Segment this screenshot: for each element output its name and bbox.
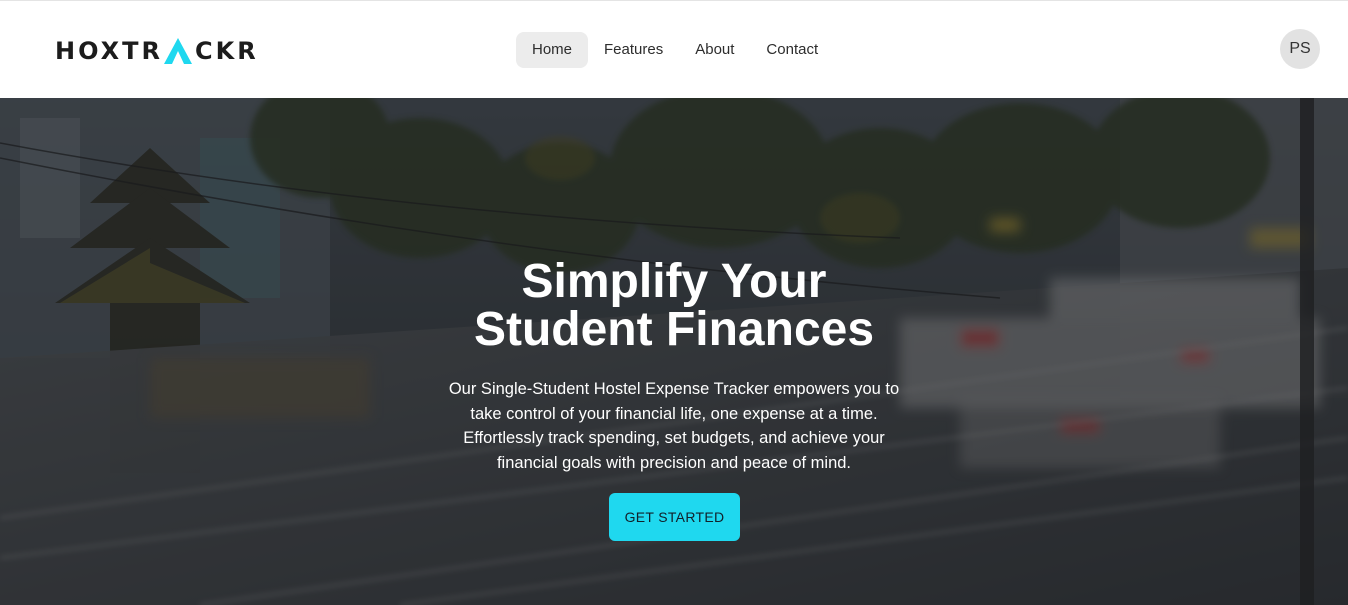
hero-description: Our Single-Student Hostel Expense Tracke… — [448, 380, 900, 472]
brand-logo[interactable]: HOXTR CKR — [55, 36, 259, 66]
logo-text-start: HOXTR — [55, 37, 163, 65]
user-avatar[interactable]: PS — [1280, 29, 1320, 69]
main-nav: Home Features About Contact — [516, 32, 834, 68]
top-navbar: HOXTR CKR Home Features About Contact PS — [0, 0, 1348, 98]
hero-title-line-1: Simplify Your — [521, 255, 827, 308]
nav-contact[interactable]: Contact — [750, 32, 834, 68]
nav-home[interactable]: Home — [516, 32, 589, 68]
get-started-button[interactable]: GET STARTED — [609, 493, 740, 541]
hero-section: Simplify Your Student Finances Our Singl… — [0, 98, 1348, 605]
hero-title: Simplify Your Student Finances — [374, 258, 974, 354]
logo-a-mark-icon — [164, 38, 192, 64]
nav-features[interactable]: Features — [588, 32, 679, 68]
hero-title-line-2: Student Finances — [473, 303, 875, 356]
logo-text-end: CKR — [195, 37, 259, 65]
nav-about[interactable]: About — [679, 32, 750, 68]
